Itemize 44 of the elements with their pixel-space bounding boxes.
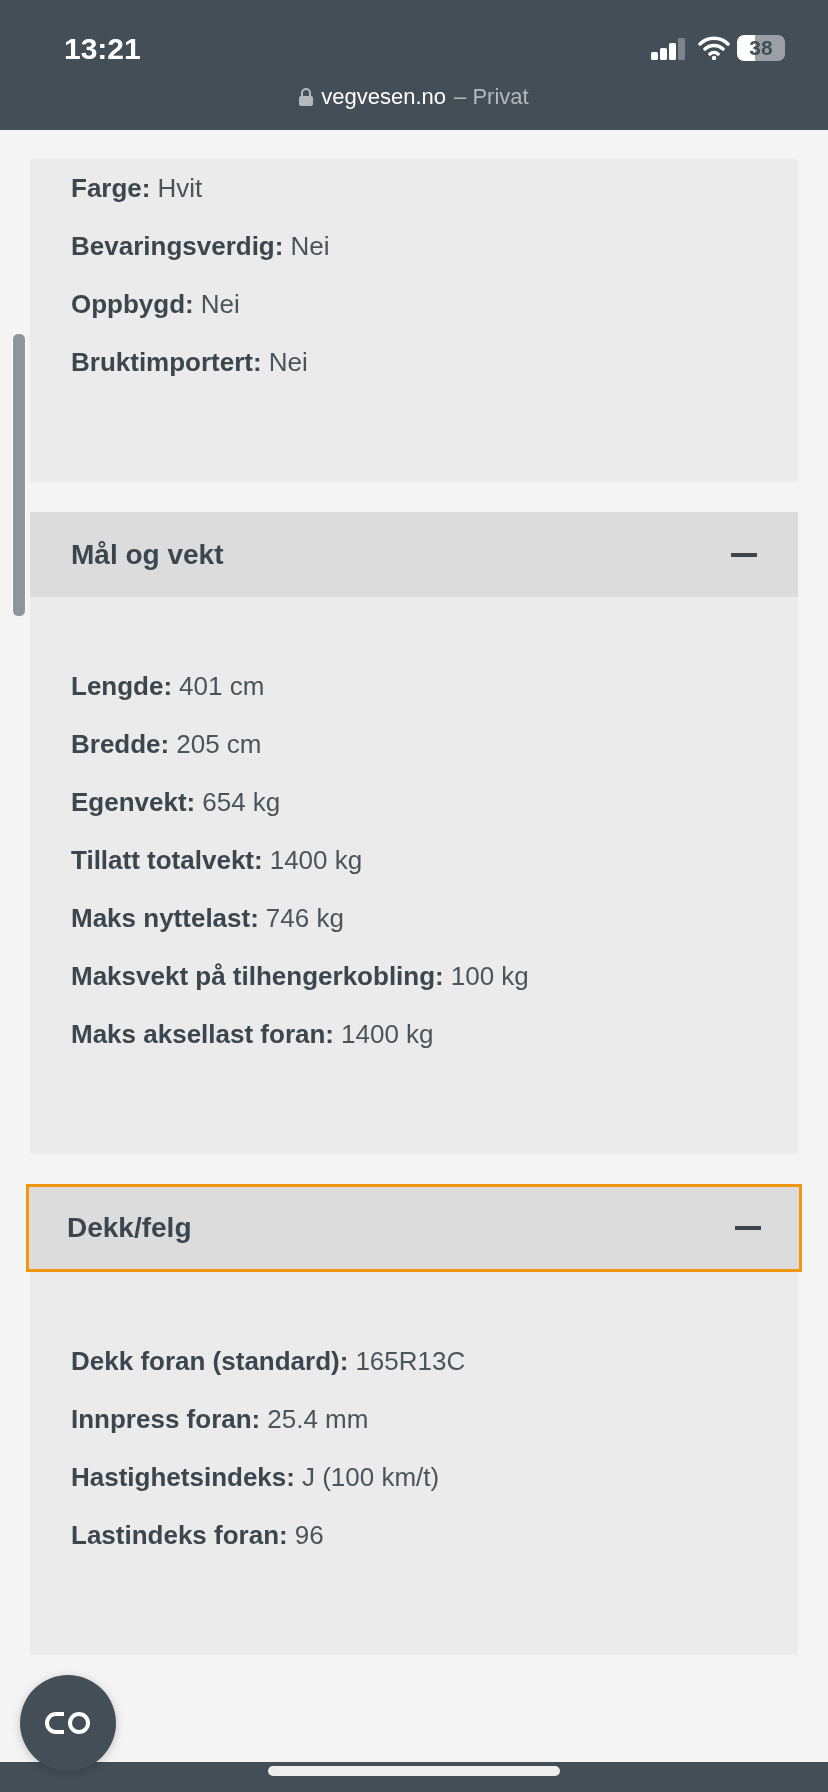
section-header[interactable]: Dekk/felg: [26, 1184, 802, 1272]
field-value: Hvit: [157, 172, 203, 204]
section-header[interactable]: Mål og vekt: [30, 512, 798, 597]
field-label: Innpress foran:: [71, 1403, 261, 1435]
field-value: 25.4 mm: [267, 1403, 369, 1435]
wifi-icon: [698, 36, 730, 60]
lock-icon: [299, 88, 314, 106]
field-value: 1400 kg: [269, 844, 363, 876]
scrollbar[interactable]: [12, 333, 26, 617]
section-title: Mål og vekt: [71, 538, 224, 571]
field-label: Tillatt totalvekt:: [71, 844, 263, 876]
field-label: Dekk foran (standard):: [71, 1345, 349, 1377]
field-value: 165R13C: [355, 1345, 466, 1377]
url-text[interactable]: vegvesen.no: [321, 84, 447, 110]
field-label: Hastighetsindeks:: [71, 1461, 295, 1493]
field-value: 401 cm: [179, 670, 265, 702]
field-label: Maksvekt på tilhengerkobling:: [71, 960, 444, 992]
field-label: Egenvekt:: [71, 786, 196, 818]
collapse-icon[interactable]: [731, 552, 757, 557]
field-value: 100 kg: [450, 960, 529, 992]
field-value: 654 kg: [202, 786, 281, 818]
field-label: Bredde:: [71, 728, 170, 760]
field-value: Nei: [200, 288, 240, 320]
field-value: 205 cm: [176, 728, 262, 760]
field-value: Nei: [290, 230, 330, 262]
field-value: J (100 km/t): [301, 1461, 440, 1493]
field-value: 1400 kg: [341, 1018, 434, 1050]
field-label: Farge:: [71, 172, 151, 204]
status-time: 13:21: [64, 32, 141, 66]
section-title: Dekk/felg: [67, 1212, 192, 1244]
field-label: Bruktimportert:: [71, 346, 262, 378]
field-label: Oppbygd:: [71, 288, 194, 320]
private-label: – Privat: [454, 84, 529, 110]
field-label: Bevaringsverdig:: [71, 230, 284, 262]
field-label: Maks aksellast foran:: [71, 1018, 334, 1050]
field-label: Lengde:: [71, 670, 173, 702]
field-label: Maks nyttelast:: [71, 902, 259, 934]
field-value: Nei: [268, 346, 308, 378]
field-value: 96: [294, 1519, 324, 1551]
field-value: 746 kg: [265, 902, 344, 934]
link-icon: [44, 1710, 92, 1736]
signal-icon: [651, 38, 687, 60]
chat-button[interactable]: [20, 1675, 116, 1771]
field-label: Lastindeks foran:: [71, 1519, 288, 1551]
